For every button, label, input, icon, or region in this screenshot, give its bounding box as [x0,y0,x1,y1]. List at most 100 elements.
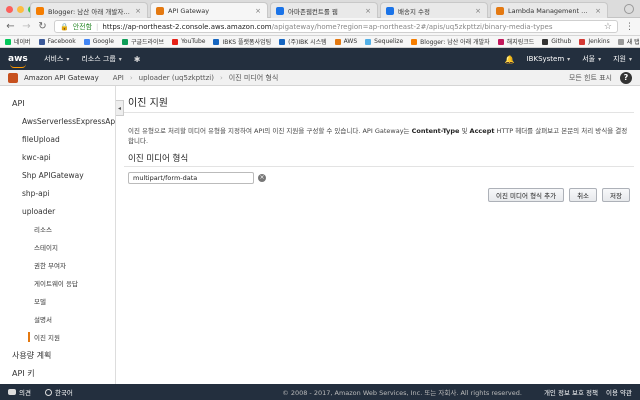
url-host: https://ap-northeast-2.console.aws.amazo… [102,22,272,31]
browser-tab[interactable]: Lambda Management Console × [490,2,608,18]
sidebar-item[interactable]: 권한 부여자 [0,256,115,274]
sidebar-item[interactable]: 게이트웨이 응답 [0,274,115,292]
bookmark-item[interactable]: 해지링크드 [497,37,534,46]
form-actions: 이진 미디어 형식 추가 취소 저장 [488,188,630,202]
help-icon[interactable]: ? [620,71,632,84]
sidebar-item[interactable]: 이진 지원 [0,328,115,346]
add-media-type-button[interactable]: 이진 미디어 형식 추가 [488,188,565,202]
tab-close-icon[interactable]: × [595,7,601,15]
chevron-down-icon: ▾ [118,55,122,63]
sidebar-item[interactable]: 사용량 계획 [0,346,115,364]
show-all-hints-link[interactable]: 모든 힌트 표시 [569,73,612,83]
bookmark-item[interactable]: AWS [334,38,357,45]
bell-icon[interactable]: 🔔 [505,55,515,64]
account-menu[interactable]: IBKSystem ▾ [527,55,571,63]
bookmark-item[interactable]: Sequelize [365,38,403,45]
sidebar-item[interactable]: 모델 [0,292,115,310]
minimize-window-icon[interactable] [17,6,24,13]
aws-logo[interactable]: aws [8,54,32,68]
browser-tab[interactable]: 배송지 수정 × [380,2,488,18]
bookmark-label: Google [92,38,114,45]
tab-close-icon[interactable]: × [135,7,141,15]
bookmark-item[interactable]: 구글드라이브 [121,37,164,46]
bookmark-favicon-icon [279,38,286,45]
sidebar-item[interactable]: shp-api [0,184,115,202]
bookmark-label: Jenkins [588,38,610,45]
tab-close-icon[interactable]: × [365,7,371,15]
reload-icon[interactable]: ↻ [38,21,47,32]
bookmark-label: Facebook [47,38,76,45]
divider [124,112,634,113]
tab-label: API Gateway [168,6,210,15]
media-type-input[interactable] [128,172,254,184]
services-menu[interactable]: 서비스 ▾ [44,54,69,64]
secure-label: 안전함 [72,22,93,31]
footer: 의견 한국어 © 2008 - 2017, Amazon Web Service… [0,384,640,400]
bookmark-favicon-icon [121,38,128,45]
profile-icon[interactable] [624,4,634,14]
url-field[interactable]: 🔒 안전함 | https://ap-northeast-2.console.a… [54,20,618,33]
bookmark-item[interactable]: Jenkins [579,38,610,45]
save-button[interactable]: 저장 [602,188,630,202]
breadcrumb-separator-icon: › [129,73,133,82]
tab-label: Lambda Management Console [508,6,591,15]
sidebar-item[interactable]: API [0,94,115,112]
breadcrumb-api[interactable]: API [113,74,124,82]
cancel-button[interactable]: 취소 [569,188,598,202]
tab-label: Blogger: 남산 아래 개발자들 - 새 [48,7,131,16]
bookmark-item[interactable]: (주)IBK 시스템 [279,37,327,46]
breadcrumb-separator-icon: › [219,73,223,82]
sidebar-item[interactable]: fileUpload [0,130,115,148]
section-title: 이진 미디어 형식 [128,154,189,164]
bookmark-item[interactable]: Facebook [38,38,76,45]
browser-tab[interactable]: API Gateway × [150,2,268,18]
forward-icon[interactable]: → [22,21,31,32]
pin-icon[interactable]: ✱ [134,55,141,64]
terms-link[interactable]: 이용 약관 [606,387,632,397]
tab-label: 배송지 수정 [398,7,430,16]
bookmark-item[interactable]: Blogger: 남산 아래 개발자 [411,37,490,46]
sidebar-item[interactable]: 리소스 [0,220,115,238]
sidebar-item[interactable]: kwc-api [0,148,115,166]
sidebar-item[interactable]: uploader [0,202,115,220]
browser-menu-icon[interactable]: ⋮ [625,22,634,32]
resource-groups-menu[interactable]: 리소스 그룹 ▾ [81,54,121,64]
region-menu[interactable]: 서울 ▾ [582,54,601,64]
sidebar-item[interactable]: Shp APIGateway [0,166,115,184]
chevron-down-icon: ▾ [66,55,70,63]
bookmark-favicon-icon [5,38,11,45]
bookmark-item[interactable]: 새 탭 [617,37,640,46]
tab-favicon-icon [276,6,284,15]
bookmark-item[interactable]: 네이버 [5,37,31,46]
sidebar-item[interactable]: 스테이지 [0,238,115,256]
close-window-icon[interactable] [6,6,13,13]
bookmark-item[interactable]: YouTube [172,38,205,45]
sidebar-item[interactable]: 설명서 [0,310,115,328]
breadcrumb-uploader[interactable]: uploader (uq5zkpttzi) [139,74,214,82]
collapse-sidebar-icon[interactable]: ◂ [116,100,124,116]
bookmark-star-icon[interactable]: ☆ [604,22,612,32]
bookmark-item[interactable]: Github [542,38,571,45]
feedback-link[interactable]: 의견 [8,387,31,397]
back-icon[interactable]: ← [6,21,15,32]
tab-close-icon[interactable]: × [475,7,481,15]
bookmark-item[interactable]: IBKS 플랫폼사업팀 [213,37,271,46]
bookmarks-bar: 네이버 Facebook Google 구글드라이브 YouTube IBKS 플랫폼사업… [0,36,640,48]
tab-favicon-icon [496,6,504,15]
bookmark-favicon-icon [334,38,341,45]
bookmark-label: 네이버 [14,39,31,46]
bookmark-item[interactable]: Google [83,38,114,45]
tab-close-icon[interactable]: × [255,7,261,15]
privacy-link[interactable]: 개인 정보 보호 정책 [544,387,598,397]
service-title[interactable]: Amazon API Gateway [24,74,99,82]
language-link[interactable]: 한국어 [44,387,73,397]
tab-favicon-icon [36,6,44,15]
sidebar-item[interactable]: API 키 [0,364,115,382]
bookmark-favicon-icon [617,38,624,45]
browser-tab[interactable]: Blogger: 남산 아래 개발자들 - 새 × [30,2,148,18]
sidebar-item[interactable]: AwsServerlessExpressApi [0,112,115,130]
address-bar: ← → ↻ 🔒 안전함 | https://ap-northeast-2.con… [0,18,640,36]
remove-icon[interactable]: × [258,174,266,182]
support-menu[interactable]: 지원 ▾ [613,54,632,64]
browser-tab[interactable]: 아마존웹컨트롤 웹 × [270,2,378,18]
